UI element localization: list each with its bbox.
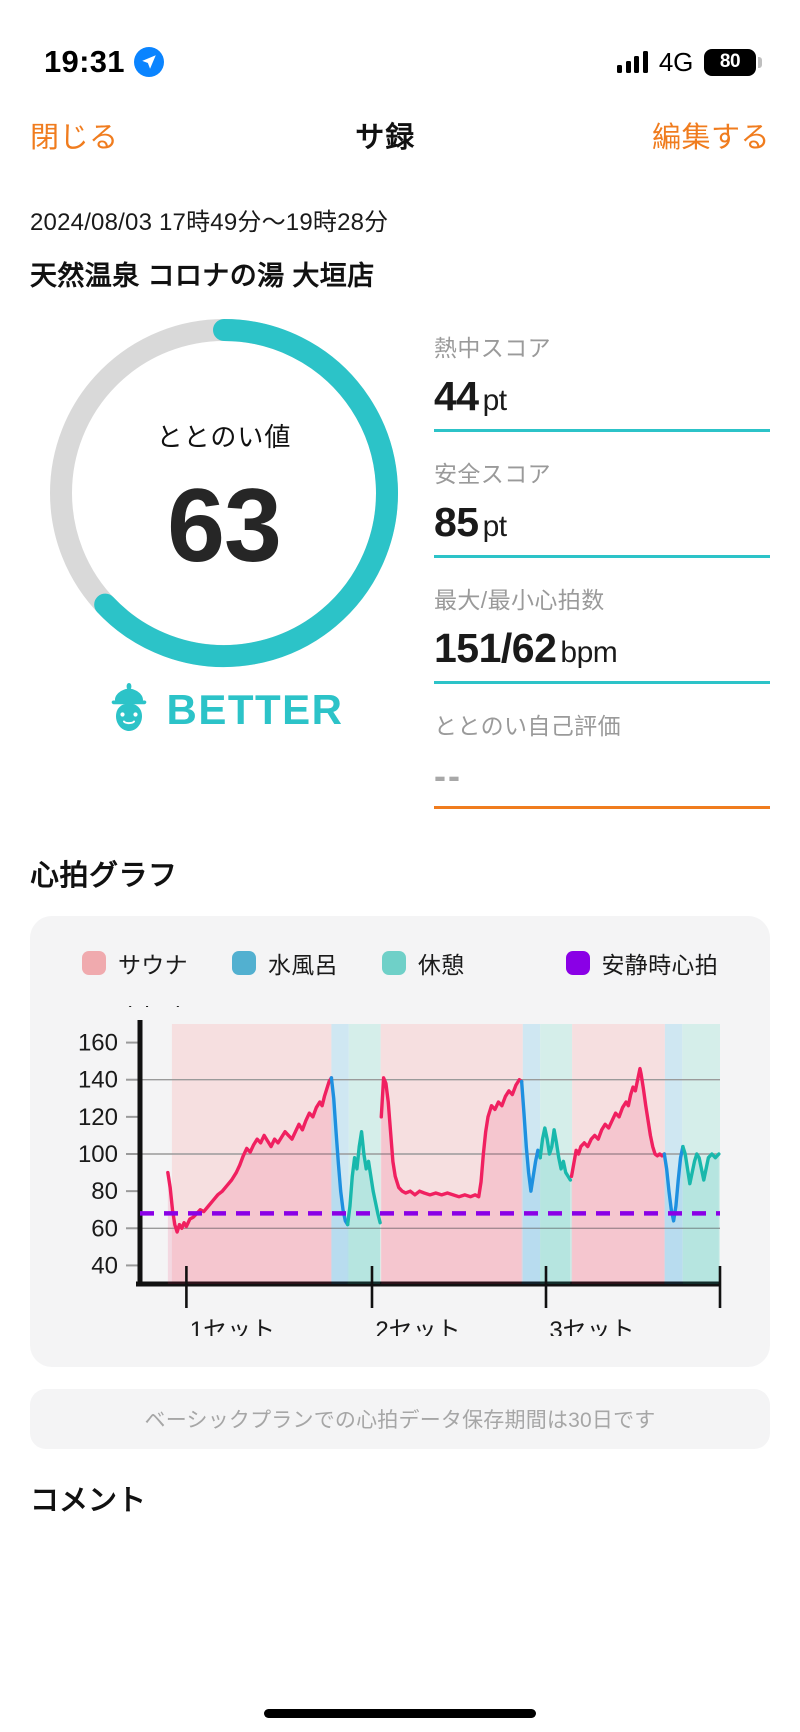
svg-text:40: 40 — [91, 1252, 118, 1279]
legend-item-sauna: サウナ — [82, 946, 188, 980]
chart-legend: サウナ 水風呂 休憩 安静時心拍 — [48, 940, 752, 980]
x-tick-label: 2セット — [375, 1317, 460, 1336]
network-type-label: 4G — [658, 46, 693, 77]
stat-label: 安全スコア — [434, 461, 551, 487]
location-arrow-icon — [133, 47, 164, 77]
svg-text:100: 100 — [78, 1141, 118, 1168]
svg-text:160: 160 — [78, 1030, 118, 1057]
svg-text:60: 60 — [91, 1215, 118, 1242]
stat-value: 85 pt — [434, 499, 770, 546]
stat-unit: pt — [482, 384, 508, 417]
stat-underline — [434, 681, 770, 684]
stat-safety-score: 安全スコア 85 pt — [434, 455, 770, 558]
clock-label: 19:31 — [44, 44, 125, 79]
home-indicator — [264, 1709, 536, 1718]
svg-text:120: 120 — [78, 1104, 118, 1131]
legend-swatch — [82, 951, 106, 975]
totonoi-gauge: ととのい値 63 — [29, 315, 419, 671]
status-bar-left: 19:31 — [44, 44, 164, 80]
stat-value: 151/62 bpm — [434, 625, 770, 672]
stat-underline — [434, 806, 770, 809]
stat-label: 最大/最小心拍数 — [434, 587, 605, 613]
x-tick-label: 1セット — [190, 1317, 275, 1336]
comment-section-heading: コメント — [30, 1485, 147, 1517]
chart-footnote: ベーシックプランでの心拍データ保存期間は30日です — [30, 1389, 770, 1449]
stat-value: 44 pt — [434, 373, 770, 420]
status-bar: 19:31 4G 80 — [0, 0, 800, 96]
navigation-bar: 閉じる サ録 編集する — [0, 96, 800, 174]
stat-self-rating[interactable]: ととのい自己評価 -- — [434, 707, 770, 809]
sauna-hat-face-icon — [105, 681, 153, 738]
legend-label: 休憩 — [417, 952, 465, 978]
heart-rate-plot: 160 140 120 100 80 60 40 (bpm) 1セット 2セット 3セット — [48, 981, 752, 1344]
legend-item-resting-hr: 安静時心拍 — [565, 946, 719, 980]
stat-number: 85 — [434, 499, 479, 545]
summary-section: ととのい値 63 BETTER 熱中スコア 44 pt 安全スコア 85 pt … — [0, 293, 800, 832]
stat-empty-value: -- — [434, 755, 462, 796]
stat-number: 151/62 — [434, 625, 557, 671]
session-venue-name: 天然温泉 コロナの湯 大垣店 — [30, 261, 375, 291]
stat-max-min-hr: 最大/最小心拍数 151/62 bpm — [434, 581, 770, 684]
stats-panel: 熱中スコア 44 pt 安全スコア 85 pt 最大/最小心拍数 151/62 bpm… — [434, 315, 772, 832]
legend-item-cold-bath: 水風呂 — [231, 946, 338, 980]
edit-button[interactable]: 編集する — [652, 114, 770, 156]
stat-unit: bpm — [560, 636, 618, 669]
stat-heat-score: 熱中スコア 44 pt — [434, 329, 770, 432]
legend-item-rest: 休憩 — [381, 946, 465, 980]
chart-section-heading: 心拍グラフ — [30, 860, 178, 892]
heart-rate-chart-card: サウナ 水風呂 休憩 安静時心拍 160 140 120 100 80 60 40 (bpm)… — [30, 916, 770, 1367]
rating-label: BETTER — [166, 685, 344, 733]
status-bar-right: 4G 80 — [617, 46, 762, 78]
stat-number: 44 — [434, 373, 479, 419]
stat-unit: pt — [482, 510, 508, 543]
legend-swatch — [381, 951, 406, 975]
svg-text:140: 140 — [78, 1067, 118, 1094]
stat-underline — [434, 429, 770, 432]
svg-text:(bpm): (bpm) — [124, 1006, 184, 1007]
rating-block: BETTER — [105, 681, 344, 738]
legend-label: サウナ — [118, 952, 188, 978]
legend-label: 安静時心拍 — [601, 952, 718, 978]
stat-label: 熱中スコア — [434, 335, 551, 361]
legend-label: 水風呂 — [267, 952, 338, 978]
stat-underline — [434, 555, 770, 558]
session-header: 2024/08/03 17時49分〜19時28分 天然温泉 コロナの湯 大垣店 — [0, 174, 800, 293]
legend-swatch — [565, 951, 590, 975]
session-date-range: 2024/08/03 17時49分〜19時28分 — [30, 209, 389, 236]
page-title: サ録 — [355, 122, 416, 154]
svg-text:80: 80 — [91, 1178, 118, 1205]
battery-icon: 80 — [704, 48, 762, 76]
totonoi-gauge-block: ととのい値 63 BETTER — [14, 315, 434, 832]
legend-swatch — [231, 951, 256, 975]
battery-level-label: 80 — [719, 51, 741, 72]
cellular-bars-icon — [617, 51, 648, 73]
chart-footnote-text: ベーシックプランでの心拍データ保存期間は30日です — [144, 1409, 656, 1432]
close-button[interactable]: 閉じる — [30, 114, 119, 156]
stat-label: ととのい自己評価 — [434, 713, 621, 739]
x-tick-label: 3セット — [549, 1317, 634, 1336]
